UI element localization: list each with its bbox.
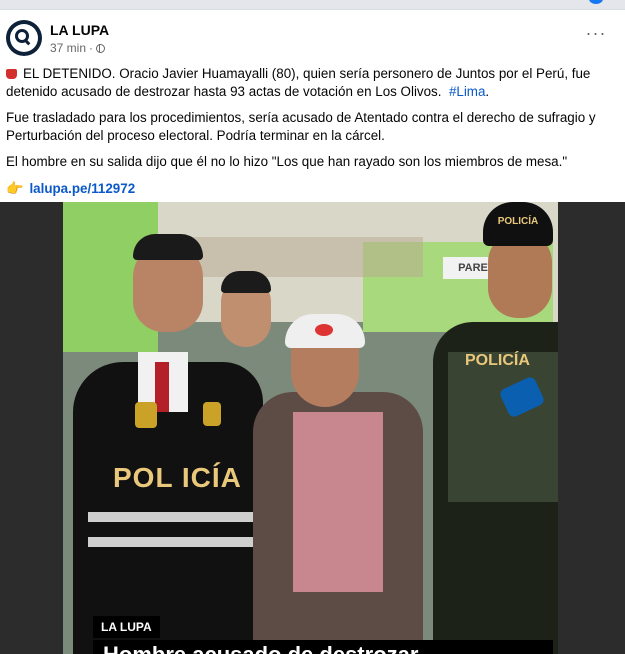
link-line: 👉 lalupa.pe/112972 xyxy=(6,179,606,198)
post-link[interactable]: lalupa.pe/112972 xyxy=(29,181,135,196)
police-cap: POLICÍA xyxy=(483,202,553,246)
avatar[interactable] xyxy=(6,20,42,56)
ticker-tag: LA LUPA xyxy=(93,616,160,638)
paragraph-1-text: EL DETENIDO. Oracio Javier Huamayalli (8… xyxy=(6,66,591,99)
globe-icon xyxy=(96,43,106,53)
video-player[interactable]: PARE POL ICÍA POLICÍA POLICÍA LA LUPA xyxy=(0,202,625,654)
notification-indicator xyxy=(589,0,603,4)
badge-icon xyxy=(203,402,221,426)
badge-icon xyxy=(135,402,157,428)
hashtag-lima[interactable]: #Lima xyxy=(449,84,485,99)
post-header: LA LUPA 37 min · ··· xyxy=(6,20,616,60)
officer-left-head xyxy=(133,234,203,332)
post-body: EL DETENIDO. Oracio Javier Huamayalli (8… xyxy=(6,65,606,206)
paragraph-1: EL DETENIDO. Oracio Javier Huamayalli (8… xyxy=(6,65,606,101)
video-frame[interactable]: PARE POL ICÍA POLICÍA POLICÍA xyxy=(63,202,558,654)
post-meta: 37 min · xyxy=(50,41,106,55)
detained-man xyxy=(253,392,423,654)
officer-right: POLICÍA xyxy=(433,322,558,654)
paragraph-3: El hombre en su salida dijo que él no lo… xyxy=(6,154,568,169)
top-divider xyxy=(0,0,625,9)
video-headline: Hombre acusado de destrozar xyxy=(93,640,553,654)
background-man-head xyxy=(221,271,271,347)
page-name[interactable]: LA LUPA xyxy=(50,22,109,38)
vest-label-right: POLICÍA xyxy=(465,352,530,369)
pointing-hand-icon: 👉 xyxy=(6,180,24,196)
more-options-button[interactable]: ··· xyxy=(584,24,608,42)
vest-label-left: POL ICÍA xyxy=(113,462,242,493)
officer-left: POL ICÍA xyxy=(73,352,263,654)
paragraph-2: Fue trasladado para los procedimientos, … xyxy=(6,110,596,143)
magnifier-icon xyxy=(15,29,29,43)
post-card: LA LUPA 37 min · ··· EL DETENIDO. Oracio… xyxy=(0,9,625,654)
post-time[interactable]: 37 min xyxy=(50,41,86,55)
red-flag-icon xyxy=(6,69,17,79)
cap-label: POLICÍA xyxy=(497,216,539,227)
meta-separator: · xyxy=(89,41,94,55)
paragraph-1-end: . xyxy=(485,84,490,99)
white-cap xyxy=(285,314,365,348)
